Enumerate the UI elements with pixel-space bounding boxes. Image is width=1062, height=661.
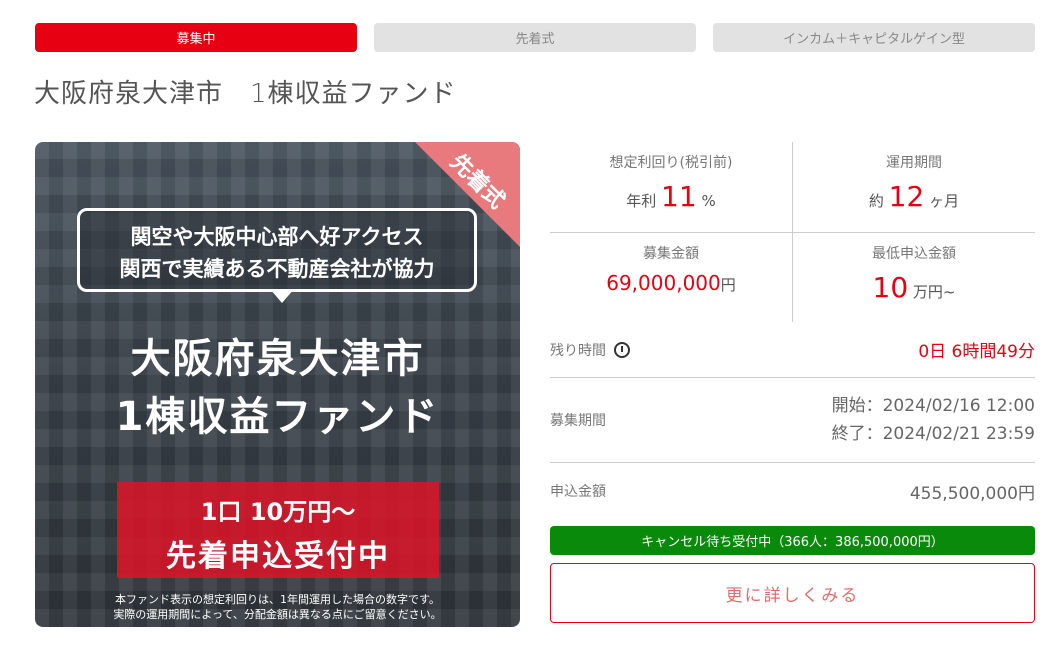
disclaimer-line-1: 本ファンド表示の想定利回りは、1年間運用した場合の数字です。 — [115, 593, 440, 606]
stat-label: 運用期間 — [886, 155, 942, 171]
tag-row: 募集中 先着式 インカム＋キャピタルゲイン型 — [35, 23, 1035, 52]
hero-title: 大阪府泉大津市 1棟収益ファンド — [35, 330, 520, 446]
stat-label: 想定利回り(税引前) — [609, 155, 733, 171]
remaining-time-label: 残り時間 — [550, 342, 606, 359]
stat-suffix: 万円~ — [912, 283, 956, 301]
fund-stats-grid: 想定利回り(税引前) 年利 11 % 運用期間 約 12 ヶ月 募集金額 69,… — [550, 142, 1035, 322]
fund-hero-image[interactable]: 先着式 関空や大阪中心部へ好アクセス 関西で実績ある不動産会社が協力 大阪府泉大… — [35, 142, 520, 627]
stat-period: 運用期間 約 12 ヶ月 — [793, 142, 1035, 232]
disclaimer-line-2: 実際の運用期間によって、分配金額は異なる点にご留意ください。 — [113, 608, 442, 621]
stat-value: 年利 11 % — [550, 180, 792, 213]
hero-disclaimer: 本ファンド表示の想定利回りは、1年間運用した場合の数字です。 実際の運用期間によ… — [35, 592, 520, 622]
applied-amount-value: 455,500,000円 — [909, 483, 1035, 504]
hero-cta-box: 1口 10万円～ 先着申込受付中 — [117, 482, 439, 578]
stat-prefix: 約 — [868, 192, 884, 210]
recruit-period-label: 募集期間 — [550, 413, 606, 429]
stat-suffix: 円 — [720, 276, 736, 294]
hero-title-line-1: 大阪府泉大津市 — [130, 336, 425, 382]
remaining-time-value: 0日 6時間49分 — [918, 342, 1035, 362]
stat-value: 約 12 ヶ月 — [793, 180, 1035, 213]
unit-price-text: 1口 10万円～ — [200, 498, 356, 526]
stat-yield: 想定利回り(税引前) 年利 11 % — [550, 142, 792, 232]
bubble-line-2: 関西で実績ある不動産会社が協力 — [119, 257, 435, 281]
recruit-end: 終了：2024/02/21 23:59 — [831, 424, 1035, 444]
method-tag-first-come: 先着式 — [374, 23, 696, 52]
page-title: 大阪府泉大津市 1棟収益ファンド — [34, 79, 457, 109]
hero-title-line-2: 1棟収益ファンド — [115, 394, 440, 440]
stat-value: 69,000,000円 — [550, 271, 792, 295]
speech-bubble: 関空や大阪中心部へ好アクセス 関西で実績ある不動産会社が協力 — [77, 208, 477, 303]
stat-min-amount: 最低申込金額 10 万円~ — [793, 233, 1035, 323]
stat-number: 10 — [872, 271, 909, 304]
remaining-time-label-wrap: 残り時間 — [550, 340, 630, 360]
stat-number: 11 — [661, 180, 697, 213]
stat-prefix: 年利 — [626, 192, 657, 210]
stat-amount: 募集金額 69,000,000円 — [550, 233, 792, 323]
stat-suffix: ヶ月 — [929, 192, 960, 210]
stat-number: 69,000,000 — [606, 271, 721, 295]
clock-icon — [614, 341, 630, 358]
recruit-period-value: 開始：2024/02/16 12:00 終了：2024/02/21 23:59 — [832, 392, 1035, 448]
applied-amount-label: 申込金額 — [550, 484, 606, 500]
type-tag-income-capital: インカム＋キャピタルゲイン型 — [713, 23, 1035, 52]
stat-number: 12 — [888, 180, 925, 213]
more-details-button[interactable]: 更に詳しくみる — [550, 563, 1035, 623]
cancel-wait-status-bar: キャンセル待ち受付中（366人：386,500,000円） — [550, 526, 1035, 555]
bubble-line-1: 関空や大阪中心部へ好アクセス — [130, 225, 424, 249]
status-tag-recruiting: 募集中 — [35, 23, 357, 52]
recruit-start: 開始：2024/02/16 12:00 — [831, 396, 1035, 416]
applied-amount-row: 申込金額 455,500,000円 — [550, 463, 1035, 519]
remaining-time-row: 残り時間 0日 6時間49分 — [550, 322, 1035, 378]
application-status-text: 先着申込受付中 — [166, 539, 390, 574]
stat-value: 10 万円~ — [793, 271, 1035, 304]
stat-label: 募集金額 — [643, 246, 699, 262]
stat-label: 最低申込金額 — [872, 246, 956, 262]
stat-suffix: % — [701, 192, 716, 210]
recruit-period-row: 募集期間 開始：2024/02/16 12:00 終了：2024/02/21 2… — [550, 378, 1035, 463]
